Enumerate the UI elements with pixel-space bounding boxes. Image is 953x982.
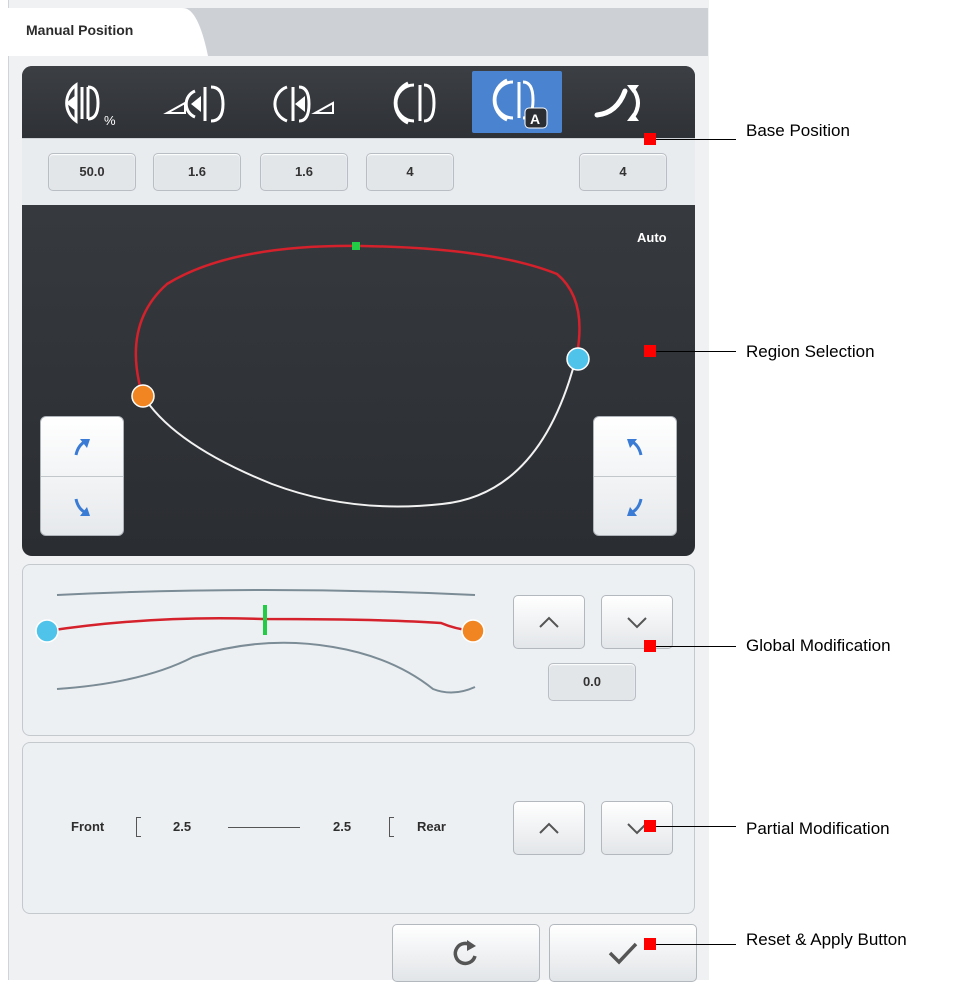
arrow-down-right-icon [74, 498, 90, 516]
rotate-curve-value[interactable]: 4 [579, 153, 667, 191]
right-rotate-group [593, 416, 677, 536]
callout-marker [644, 133, 656, 145]
checkmark-icon [608, 942, 638, 965]
base-position-toolbar: % A [22, 66, 695, 138]
range-line [228, 827, 300, 828]
callout-line [656, 944, 736, 945]
callout-marker [644, 345, 656, 357]
bracket-left [136, 817, 141, 837]
rear-label: Rear [417, 819, 446, 834]
callout-marker [644, 938, 656, 950]
rotate-curve-icon[interactable] [578, 71, 668, 133]
cyan-handle[interactable] [35, 619, 59, 643]
apply-button[interactable] [549, 924, 697, 982]
callout-partial-modification: Partial Modification [746, 819, 890, 838]
orange-handle[interactable] [131, 384, 155, 408]
tab-label: Manual Position [26, 22, 134, 38]
svg-text:A: A [530, 111, 540, 127]
center-marker [352, 242, 360, 250]
callout-line [656, 826, 736, 827]
front-value: 2.5 [173, 819, 192, 834]
bevel-rear-icon[interactable] [260, 71, 350, 133]
partial-modification-panel: Front 2.5 2.5 Rear [22, 742, 695, 914]
global-modification-panel: 0.0 [22, 564, 695, 736]
left-rotate-group [40, 416, 124, 536]
callout-global-modification: Global Modification [746, 636, 891, 655]
partial-down-button[interactable] [601, 801, 673, 855]
partial-up-button[interactable] [513, 801, 585, 855]
chevron-up-icon [539, 822, 559, 834]
cyan-handle[interactable] [566, 347, 590, 371]
bevel-front-value[interactable]: 1.6 [153, 153, 241, 191]
callout-region-selection: Region Selection [746, 342, 875, 361]
region-selection-panel: % A 50.0 1.6 1.6 4 4 Auto [22, 66, 695, 556]
callout-reset-apply: Reset & Apply Button [746, 930, 907, 949]
callout-marker [644, 820, 656, 832]
rotate-ccw-up-button[interactable] [594, 417, 676, 476]
svg-text:%: % [104, 113, 116, 127]
center-marker [263, 605, 267, 635]
bevel-percent-value[interactable]: 50.0 [48, 153, 136, 191]
global-up-button[interactable] [513, 595, 585, 649]
base-position-values: 50.0 1.6 1.6 4 4 [22, 138, 695, 205]
front-label: Front [71, 819, 105, 834]
global-down-button[interactable] [601, 595, 673, 649]
reset-icon [453, 940, 477, 966]
rotate-ccw-down-button[interactable] [594, 477, 676, 536]
arrow-up-left-icon [627, 438, 643, 455]
bevel-curve-icon[interactable] [368, 71, 458, 133]
arrow-up-right-icon [74, 438, 90, 455]
reset-button[interactable] [392, 924, 540, 982]
bevel-rear-value[interactable]: 1.6 [260, 153, 348, 191]
rotate-cw-up-button[interactable] [41, 417, 123, 476]
bracket-right [389, 817, 394, 837]
callout-line [656, 139, 736, 140]
orange-handle[interactable] [461, 619, 485, 643]
bevel-curve-value[interactable]: 4 [366, 153, 454, 191]
callout-marker [644, 640, 656, 652]
callout-line [656, 351, 736, 352]
chevron-up-icon [539, 616, 559, 628]
rotate-cw-down-button[interactable] [41, 477, 123, 536]
global-modification-value[interactable]: 0.0 [548, 663, 636, 701]
rear-value: 2.5 [333, 819, 352, 834]
bevel-auto-icon[interactable]: A [472, 71, 562, 133]
arrow-down-left-icon [627, 498, 643, 516]
bevel-percent-icon[interactable]: % [44, 71, 134, 133]
bevel-profile [35, 589, 485, 694]
callout-base-position: Base Position [746, 121, 850, 140]
chevron-down-icon [627, 617, 647, 629]
callout-line [656, 646, 736, 647]
bevel-front-icon[interactable] [152, 71, 242, 133]
